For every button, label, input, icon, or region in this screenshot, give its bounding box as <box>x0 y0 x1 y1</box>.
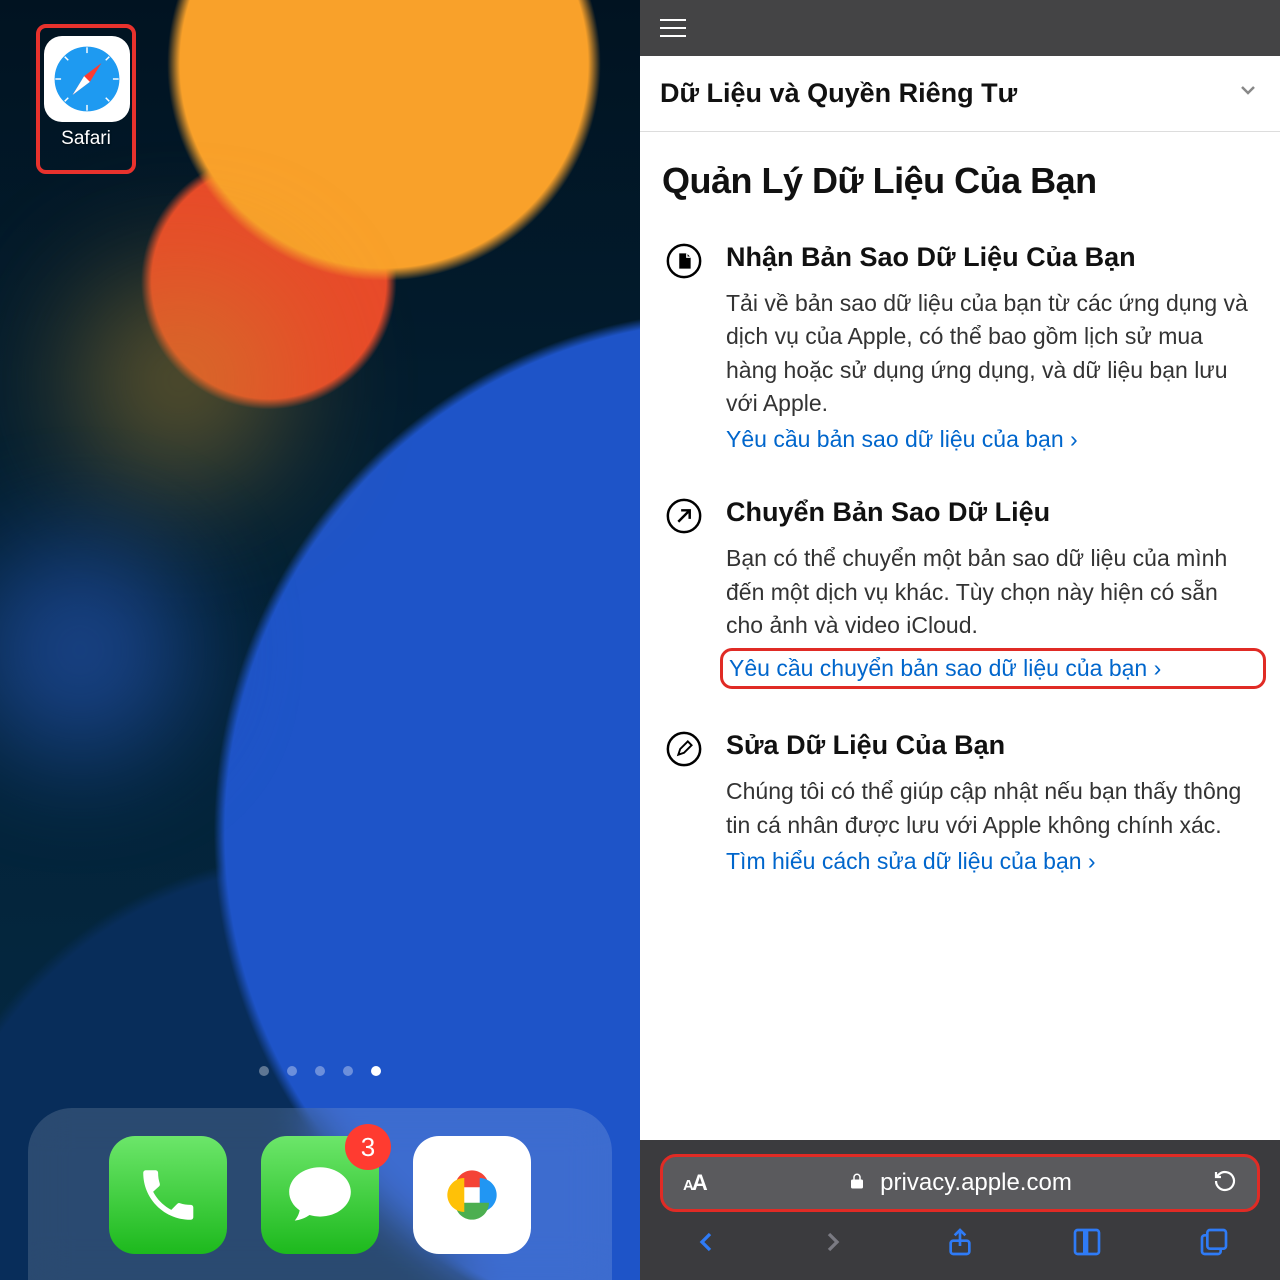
arrow-up-right-icon <box>662 497 706 686</box>
safari-app-label: Safari <box>44 128 128 150</box>
safari-window: Dữ Liệu và Quyền Riêng Tư Quản Lý Dữ Liệ… <box>640 0 1280 1280</box>
messages-app-icon[interactable]: 3 <box>261 1136 379 1254</box>
bookmarks-icon[interactable] <box>1071 1226 1103 1263</box>
messages-badge: 3 <box>345 1124 391 1170</box>
safari-app-highlight: Safari <box>36 24 136 174</box>
page-title: Quản Lý Dữ Liệu Của Bạn <box>662 160 1260 202</box>
option-link[interactable]: Yêu cầu bản sao dữ liệu của bạn › <box>726 426 1260 453</box>
option-get-copy: Nhận Bản Sao Dữ Liệu Của Bạn Tải về bản … <box>662 242 1260 453</box>
share-icon[interactable] <box>944 1226 976 1263</box>
ios-home-screen: Safari 3 <box>0 0 640 1280</box>
option-transfer-copy: Chuyển Bản Sao Dữ Liệu Bạn có thể chuyển… <box>662 497 1260 686</box>
site-topbar <box>640 0 1280 56</box>
option-body: Chúng tôi có thể giúp cập nhật nếu bạn t… <box>726 775 1260 842</box>
address-bar[interactable]: AA privacy.apple.com <box>660 1154 1260 1212</box>
reader-aa-icon[interactable]: AA <box>683 1170 706 1196</box>
pencil-icon <box>662 730 706 875</box>
reload-icon[interactable] <box>1213 1169 1237 1198</box>
option-body: Tải về bản sao dữ liệu của bạn từ các ứn… <box>726 287 1260 420</box>
url-host: privacy.apple.com <box>880 1169 1072 1197</box>
breadcrumb-title: Dữ Liệu và Quyền Riêng Tư <box>660 78 1017 109</box>
back-icon[interactable] <box>690 1226 722 1263</box>
menu-icon[interactable] <box>660 19 686 37</box>
lock-icon <box>848 1172 866 1195</box>
option-title: Sửa Dữ Liệu Của Bạn <box>726 730 1260 761</box>
phone-app-icon[interactable] <box>109 1136 227 1254</box>
safari-toolbar <box>660 1212 1260 1280</box>
google-photos-app-icon[interactable] <box>413 1136 531 1254</box>
breadcrumb-bar[interactable]: Dữ Liệu và Quyền Riêng Tư <box>640 56 1280 132</box>
safari-app-icon[interactable] <box>44 36 130 122</box>
dock: 3 <box>28 1108 612 1280</box>
option-title: Nhận Bản Sao Dữ Liệu Của Bạn <box>726 242 1260 273</box>
option-link-highlighted[interactable]: Yêu cầu chuyển bản sao dữ liệu của bạn › <box>720 648 1266 689</box>
option-link[interactable]: Tìm hiểu cách sửa dữ liệu của bạn › <box>726 848 1260 875</box>
forward-icon[interactable] <box>817 1226 849 1263</box>
option-body: Bạn có thể chuyển một bản sao dữ liệu củ… <box>726 542 1260 642</box>
tabs-icon[interactable] <box>1198 1226 1230 1263</box>
safari-bottom-bar: AA privacy.apple.com <box>640 1140 1280 1280</box>
option-correct-data: Sửa Dữ Liệu Của Bạn Chúng tôi có thể giú… <box>662 730 1260 875</box>
chevron-down-icon <box>1236 78 1260 109</box>
option-title: Chuyển Bản Sao Dữ Liệu <box>726 497 1260 528</box>
page-indicator[interactable] <box>0 1066 640 1076</box>
document-icon <box>662 242 706 453</box>
